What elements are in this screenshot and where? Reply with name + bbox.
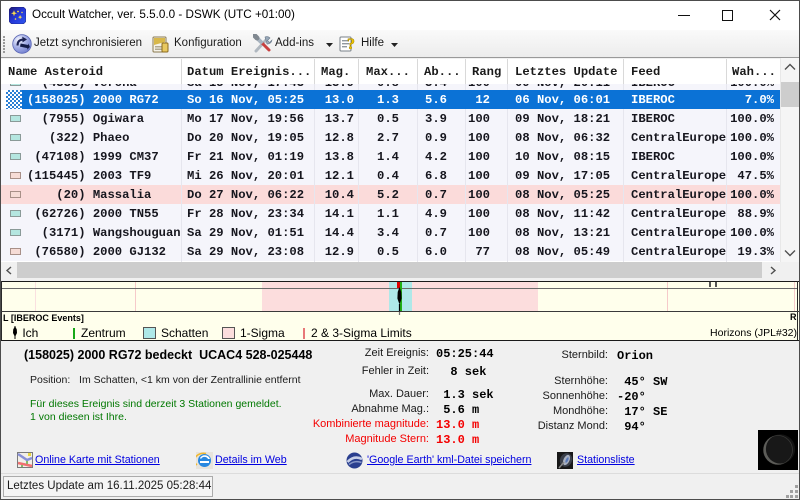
svg-text:?: ? bbox=[347, 36, 355, 53]
